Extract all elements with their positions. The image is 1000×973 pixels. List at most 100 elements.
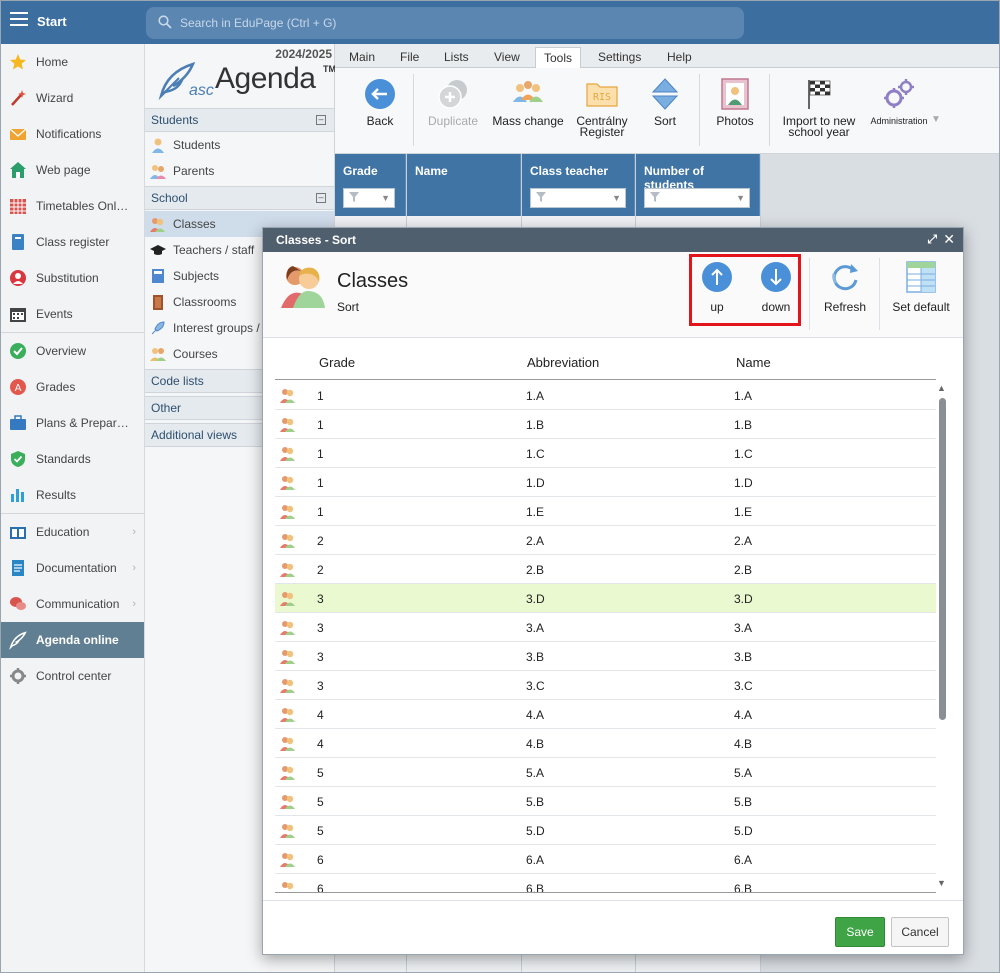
nav-notifications[interactable]: Notifications <box>0 116 144 152</box>
nav-label: Grades <box>36 380 76 394</box>
cancel-button[interactable]: Cancel <box>891 917 949 947</box>
table-row[interactable]: 2 2.B 2.B <box>275 555 936 584</box>
table-row[interactable]: 3 3.D 3.D <box>275 584 936 613</box>
table-row[interactable]: 5 5.B 5.B <box>275 787 936 816</box>
table-row[interactable]: 1 1.D 1.D <box>275 468 936 497</box>
agenda-item-label: Students <box>173 138 221 152</box>
table-row[interactable]: 2 2.A 2.A <box>275 526 936 555</box>
nav-overview[interactable]: Overview <box>0 333 144 369</box>
tab-file[interactable]: File <box>392 47 427 68</box>
nav-education[interactable]: Education › <box>0 514 144 550</box>
section-school[interactable]: School – <box>145 186 334 210</box>
nav-substitution[interactable]: Substitution <box>0 260 144 296</box>
scroll-up-arrow-icon[interactable]: ▲ <box>937 383 946 393</box>
grid-filter-number-of-students[interactable]: ▼ <box>644 188 750 208</box>
agenda-feather-icon <box>9 631 27 650</box>
sort-dialog: Classes - Sort ⤢ ✕ Classes Sort up down … <box>262 227 964 955</box>
agenda-item-parents[interactable]: Parents <box>145 158 334 184</box>
cell-grade: 2 <box>317 534 324 548</box>
close-icon[interactable]: ✕ <box>943 231 955 248</box>
nav-class-register[interactable]: Class register <box>0 224 144 260</box>
cell-abbreviation: 4.B <box>526 737 545 751</box>
collapse-icon[interactable]: – <box>316 115 326 125</box>
grid-filter-grade[interactable]: ▼ <box>343 188 395 208</box>
nav-grades[interactable]: A Grades <box>0 369 144 405</box>
mass-change-button[interactable]: Mass change <box>490 78 566 127</box>
table-row[interactable]: 4 4.A 4.A <box>275 700 936 729</box>
refresh-button[interactable]: Refresh <box>819 260 871 314</box>
cell-name: 6.A <box>734 853 753 867</box>
ribbon-toolbar: Back Duplicate Mass change RIS Centrálny… <box>335 68 1000 154</box>
scroll-down-arrow-icon[interactable]: ▼ <box>937 878 946 888</box>
dialog-footer: Save Cancel <box>263 900 963 954</box>
table-row[interactable]: 5 5.A 5.A <box>275 758 936 787</box>
tab-main[interactable]: Main <box>341 47 383 68</box>
duplicate-icon <box>436 78 470 110</box>
start-label[interactable]: Start <box>37 14 67 29</box>
nav-agenda-online[interactable]: Agenda online <box>0 622 144 658</box>
cell-name: 3.B <box>734 650 753 664</box>
nav-wizard[interactable]: Wizard <box>0 80 144 116</box>
tab-lists[interactable]: Lists <box>436 47 477 68</box>
centralny-register-button[interactable]: RIS Centrálny Register <box>573 78 631 138</box>
nav-plans[interactable]: Plans & Prepar… <box>0 405 144 441</box>
nav-documentation[interactable]: Documentation › <box>0 550 144 586</box>
table-row[interactable]: 1 1.B 1.B <box>275 410 936 439</box>
move-down-button[interactable]: down <box>757 260 795 314</box>
search-box[interactable] <box>146 7 744 39</box>
table-row[interactable]: 5 5.D 5.D <box>275 816 936 845</box>
class-row-icon <box>280 764 296 780</box>
nav-timetables[interactable]: Timetables Onl… <box>0 188 144 224</box>
administration-dropdown-icon[interactable]: ▼ <box>931 114 941 125</box>
hamburger-menu-icon[interactable] <box>10 12 28 30</box>
sort-button[interactable]: Sort <box>645 78 685 127</box>
grid-header-grade[interactable]: Grade ▼ <box>335 154 406 216</box>
import-new-year-button[interactable]: Import to new school year <box>779 78 859 138</box>
agenda-item-students[interactable]: Students <box>145 132 334 158</box>
dialog-titlebar[interactable]: Classes - Sort ⤢ ✕ <box>263 228 963 252</box>
table-row[interactable]: 3 3.C 3.C <box>275 671 936 700</box>
table-row[interactable]: 4 4.B 4.B <box>275 729 936 758</box>
column-header-grade: Grade <box>319 355 356 370</box>
save-button[interactable]: Save <box>835 917 885 947</box>
duplicate-button[interactable]: Duplicate <box>425 78 481 127</box>
set-default-button[interactable]: Set default <box>889 260 953 314</box>
tab-help[interactable]: Help <box>659 47 700 68</box>
search-input[interactable] <box>180 15 730 31</box>
nav-events[interactable]: Events <box>0 296 144 332</box>
agenda-item-label: Parents <box>173 164 215 178</box>
table-row[interactable]: 3 3.A 3.A <box>275 613 936 642</box>
grid-header-number-of-students[interactable]: Number of students ▼ <box>636 154 760 216</box>
grid-header-class-teacher[interactable]: Class teacher ▼ <box>522 154 635 216</box>
back-button[interactable]: Back <box>360 78 400 127</box>
move-up-button[interactable]: up <box>699 260 735 314</box>
photos-button[interactable]: Photos <box>713 78 757 127</box>
maximize-icon[interactable]: ⤢ <box>927 232 937 247</box>
up-label: up <box>710 300 724 314</box>
table-row[interactable]: 1 1.C 1.C <box>275 439 936 468</box>
grid-header-name[interactable]: Name <box>407 154 521 216</box>
table-row[interactable]: 6 6.B 6.B <box>275 874 936 892</box>
table-row[interactable]: 1 1.E 1.E <box>275 497 936 526</box>
tab-tools[interactable]: Tools <box>535 47 582 68</box>
nav-label: Home <box>36 55 69 69</box>
grid-filter-class-teacher[interactable]: ▼ <box>530 188 626 208</box>
administration-button[interactable]: Administration <box>867 78 931 127</box>
nav-communication[interactable]: Communication › <box>0 586 144 622</box>
nav-home[interactable]: Home <box>0 44 144 80</box>
table-row[interactable]: 6 6.A 6.A <box>275 845 936 874</box>
left-navigation: Home Wizard Notifications Web page Timet… <box>0 44 145 973</box>
table-row[interactable]: 3 3.B 3.B <box>275 642 936 671</box>
section-students[interactable]: Students – <box>145 108 334 132</box>
nav-control-center[interactable]: Control center <box>0 658 144 694</box>
tab-view[interactable]: View <box>486 47 528 68</box>
scrollbar-thumb[interactable] <box>939 398 946 720</box>
column-header-name: Name <box>736 355 771 370</box>
collapse-icon[interactable]: – <box>316 193 326 203</box>
table-row[interactable]: 1 1.A 1.A <box>275 381 936 410</box>
nav-web-page[interactable]: Web page <box>0 152 144 188</box>
tab-settings[interactable]: Settings <box>590 47 649 68</box>
agenda-item-label: Classrooms <box>173 295 237 309</box>
nav-standards[interactable]: Standards <box>0 441 144 477</box>
nav-results[interactable]: Results <box>0 477 144 513</box>
